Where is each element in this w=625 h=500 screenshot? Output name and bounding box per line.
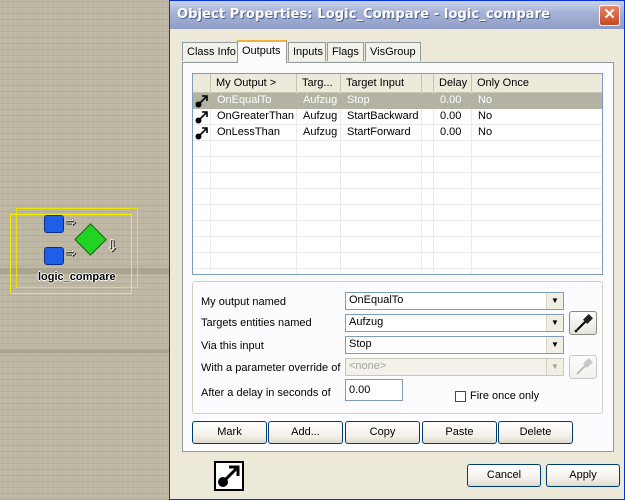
row-delay: 0.00: [440, 110, 462, 122]
output-connection-icon: [195, 111, 208, 124]
eyedropper-icon: [574, 314, 593, 333]
output-named-select[interactable]: OnEqualTo ▼: [345, 292, 564, 310]
chevron-down-icon[interactable]: ▼: [546, 337, 563, 353]
fire-once-label: Fire once only: [470, 390, 540, 402]
via-input-select[interactable]: Stop ▼: [345, 336, 564, 354]
entity-output-arrow-icon: ⇩: [105, 238, 119, 255]
chevron-down-icon[interactable]: ▼: [546, 293, 563, 309]
object-properties-dialog: Object Properties: Logic_Compare - logic…: [169, 0, 625, 500]
table-row[interactable]: OnLessThan Aufzug StartForward 0.00 No: [193, 125, 602, 141]
tab-flags[interactable]: Flags: [327, 42, 364, 61]
entity-input-icon: [44, 247, 64, 265]
cancel-button[interactable]: Cancel: [467, 464, 541, 487]
row-output: OnGreaterThan: [217, 110, 295, 122]
row-input: StartBackward: [347, 110, 419, 122]
tab-visgroup[interactable]: VisGroup: [365, 42, 421, 61]
apply-button[interactable]: Apply: [546, 464, 620, 487]
add-button[interactable]: Add...: [268, 421, 343, 444]
entity-label: logic_compare: [38, 271, 116, 283]
delay-label: After a delay in seconds of: [201, 387, 331, 399]
eyedropper-button[interactable]: [569, 311, 597, 335]
param-override-select[interactable]: <none> ▼: [345, 358, 564, 376]
column-header-my-output[interactable]: My Output >: [211, 74, 297, 92]
column-header-only-once[interactable]: Only Once: [472, 74, 602, 92]
table-row[interactable]: OnGreaterThan Aufzug StartBackward 0.00 …: [193, 109, 602, 125]
output-connection-icon: [195, 95, 208, 108]
param-override-label: With a parameter override of: [201, 362, 341, 374]
list-header: My Output > Targ... Target Input Delay O…: [193, 74, 602, 93]
row-only-once: No: [478, 110, 493, 122]
outputs-list[interactable]: My Output > Targ... Target Input Delay O…: [192, 73, 603, 275]
entity-arrow-icon: ⇨: [65, 245, 76, 260]
row-input: StartForward: [347, 126, 411, 138]
column-header-target-input[interactable]: Target Input: [341, 74, 422, 92]
output-named-label: My output named: [201, 296, 286, 308]
row-target: Aufzug: [303, 126, 338, 138]
row-output: OnLessThan: [217, 126, 280, 138]
row-target: Aufzug: [303, 110, 338, 122]
row-only-once: No: [478, 94, 493, 106]
column-header-parameter[interactable]: [422, 74, 434, 92]
tab-class-info[interactable]: Class Info: [182, 42, 238, 61]
row-output: OnEqualTo: [217, 94, 272, 106]
row-delay: 0.00: [440, 94, 462, 106]
close-button[interactable]: ✕: [599, 5, 620, 26]
entity-arrow-icon: ⇨: [65, 214, 76, 229]
fire-once-checkbox[interactable]: [455, 391, 466, 402]
paste-button[interactable]: Paste: [422, 421, 497, 444]
column-header-icon[interactable]: [193, 74, 211, 92]
targets-label: Targets entities named: [201, 317, 312, 329]
chevron-down-icon[interactable]: ▼: [546, 359, 563, 375]
tab-inputs[interactable]: Inputs: [288, 42, 326, 61]
mark-button[interactable]: Mark: [192, 421, 267, 444]
column-header-delay[interactable]: Delay: [434, 74, 472, 92]
row-input: Stop: [347, 94, 370, 106]
via-input-label: Via this input: [201, 340, 264, 352]
table-row[interactable]: OnEqualTo Aufzug Stop 0.00 No: [193, 93, 602, 109]
delay-input[interactable]: [345, 379, 403, 401]
delete-button[interactable]: Delete: [498, 421, 573, 444]
dialog-title: Object Properties: Logic_Compare - logic…: [177, 7, 551, 22]
row-target: Aufzug: [303, 94, 338, 106]
tab-outputs[interactable]: Outputs: [237, 40, 287, 63]
eyedropper-icon: [576, 358, 593, 375]
wall-edge-lower: [0, 350, 180, 353]
output-connection-icon: [214, 461, 244, 491]
copy-button[interactable]: Copy: [345, 421, 420, 444]
chevron-down-icon[interactable]: ▼: [546, 315, 563, 331]
row-only-once: No: [478, 126, 493, 138]
targets-select[interactable]: Aufzug ▼: [345, 314, 564, 332]
dialog-titlebar[interactable]: Object Properties: Logic_Compare - logic…: [170, 1, 624, 29]
output-connection-icon: [195, 127, 208, 140]
entity-input-icon: [44, 215, 64, 233]
column-header-target[interactable]: Targ...: [297, 74, 341, 92]
connection-properties-group: My output named OnEqualTo ▼ Targets enti…: [192, 281, 603, 414]
row-delay: 0.00: [440, 126, 462, 138]
param-eyedropper-button[interactable]: [569, 355, 597, 379]
